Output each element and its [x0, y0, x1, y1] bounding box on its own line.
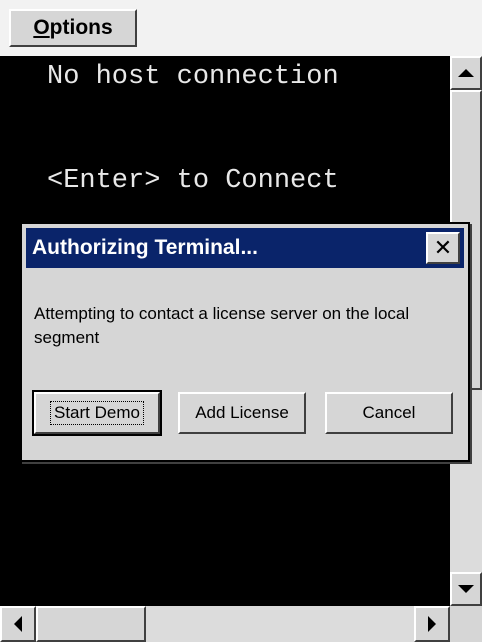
close-button[interactable]: ✕ — [426, 232, 460, 264]
terminal-status-line: No host connection — [47, 62, 339, 92]
start-demo-button[interactable]: Start Demo — [32, 390, 162, 436]
scroll-right-button[interactable] — [414, 606, 450, 642]
cancel-label: Cancel — [362, 403, 416, 422]
scroll-left-button[interactable] — [0, 606, 36, 642]
arrow-down-icon — [458, 585, 474, 593]
arrow-up-icon — [458, 69, 474, 77]
scroll-down-button[interactable] — [450, 572, 482, 606]
close-icon: ✕ — [433, 235, 453, 261]
add-license-label: Add License — [195, 403, 289, 422]
cancel-button[interactable]: Cancel — [325, 392, 453, 434]
authorizing-dialog: Authorizing Terminal... ✕ Attempting to … — [20, 222, 470, 462]
horizontal-scrollbar[interactable] — [0, 606, 450, 642]
arrow-left-icon — [14, 616, 22, 632]
options-label-rest: ptions — [49, 16, 113, 39]
options-menu-button[interactable]: Options — [9, 9, 137, 47]
options-mnemonic: O — [33, 16, 50, 39]
scrollbar-corner — [450, 606, 482, 642]
dialog-title: Authorizing Terminal... — [32, 236, 258, 259]
arrow-right-icon — [428, 616, 436, 632]
start-demo-label: Start Demo — [50, 401, 144, 425]
horizontal-scroll-thumb[interactable] — [36, 606, 146, 642]
terminal-prompt-line: <Enter> to Connect — [47, 166, 339, 196]
dialog-message: Attempting to contact a license server o… — [34, 304, 410, 347]
add-license-button[interactable]: Add License — [178, 392, 306, 434]
menu-bar: Options — [0, 0, 482, 56]
scroll-up-button[interactable] — [450, 56, 482, 90]
dialog-titlebar[interactable]: Authorizing Terminal... ✕ — [26, 228, 464, 268]
